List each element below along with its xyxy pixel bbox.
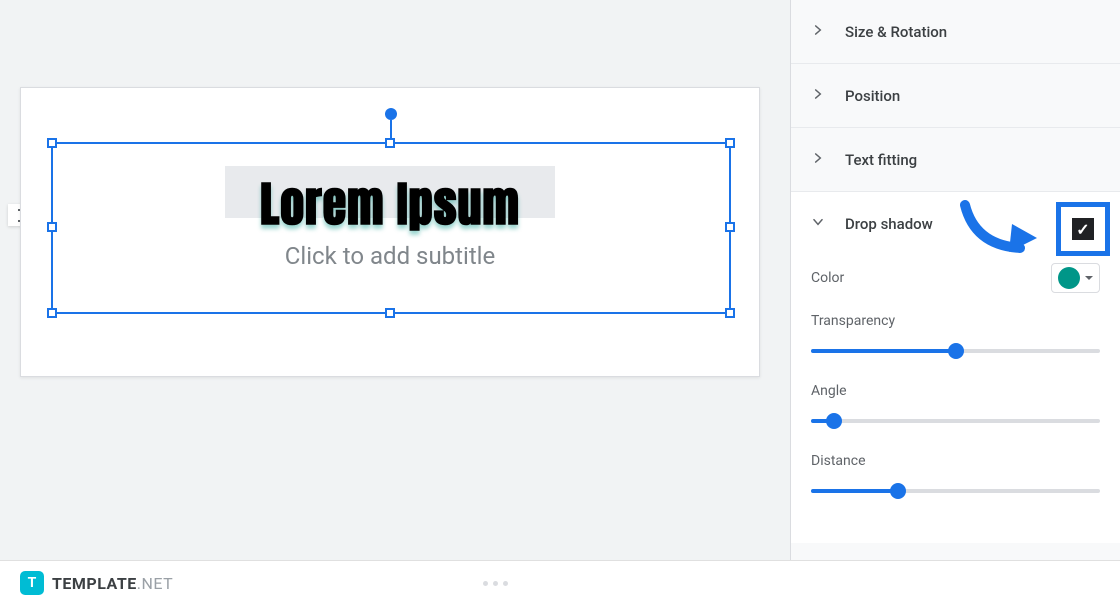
text-fitting-panel[interactable]: Text fitting — [791, 128, 1120, 192]
footer-logo[interactable]: T TEMPLATE.NET — [20, 571, 173, 595]
transparency-group: Transparency — [811, 313, 1100, 361]
drop-shadow-section: Drop shadow ✓ Color Transparency — [791, 192, 1120, 543]
resize-handle-ne[interactable] — [725, 138, 735, 148]
rotate-handle[interactable] — [385, 108, 397, 120]
distance-label: Distance — [811, 453, 1100, 469]
chevron-right-icon — [811, 22, 825, 41]
resize-handle-w[interactable] — [47, 222, 57, 232]
size-rotation-panel[interactable]: Size & Rotation — [791, 0, 1120, 64]
drop-shadow-checkbox-highlight: ✓ — [1056, 202, 1110, 256]
color-picker[interactable] — [1051, 263, 1100, 293]
footer-brand-icon: T — [20, 571, 44, 595]
position-panel[interactable]: Position — [791, 64, 1120, 128]
position-label: Position — [845, 87, 900, 105]
footer: T TEMPLATE.NET — [0, 560, 1120, 605]
footer-dots-icon — [483, 581, 508, 586]
resize-handle-s[interactable] — [385, 308, 395, 318]
text-fitting-label: Text fitting — [845, 151, 917, 169]
chevron-down-icon — [811, 214, 825, 233]
canvas-area[interactable]: Lorem Ipsum Lorem Ipsum Click to add sub… — [0, 0, 790, 605]
transparency-slider-thumb[interactable] — [948, 343, 964, 359]
caret-down-icon — [1085, 276, 1093, 280]
color-row: Color — [811, 263, 1100, 293]
resize-handle-e[interactable] — [725, 222, 735, 232]
format-options-sidebar: Size & Rotation Position Text fitting Dr… — [790, 0, 1120, 605]
check-icon: ✓ — [1076, 220, 1089, 239]
slide[interactable]: Lorem Ipsum Lorem Ipsum Click to add sub… — [20, 87, 760, 377]
resize-handle-sw[interactable] — [47, 308, 57, 318]
textbox-selection[interactable] — [51, 142, 731, 314]
chevron-right-icon — [811, 150, 825, 169]
chevron-right-icon — [811, 86, 825, 105]
angle-label: Angle — [811, 383, 1100, 399]
angle-group: Angle — [811, 383, 1100, 431]
distance-group: Distance — [811, 453, 1100, 501]
color-swatch — [1058, 267, 1080, 289]
footer-brand-text: TEMPLATE.NET — [52, 574, 173, 593]
distance-slider-thumb[interactable] — [890, 483, 906, 499]
color-label: Color — [811, 270, 844, 286]
resize-handle-n[interactable] — [385, 138, 395, 148]
size-rotation-label: Size & Rotation — [845, 23, 947, 41]
resize-handle-se[interactable] — [725, 308, 735, 318]
resize-handle-nw[interactable] — [47, 138, 57, 148]
angle-slider-thumb[interactable] — [826, 413, 842, 429]
drop-shadow-checkbox[interactable]: ✓ — [1072, 218, 1094, 240]
transparency-slider[interactable] — [811, 341, 1100, 361]
angle-slider[interactable] — [811, 411, 1100, 431]
distance-slider[interactable] — [811, 481, 1100, 501]
transparency-label: Transparency — [811, 313, 1100, 329]
